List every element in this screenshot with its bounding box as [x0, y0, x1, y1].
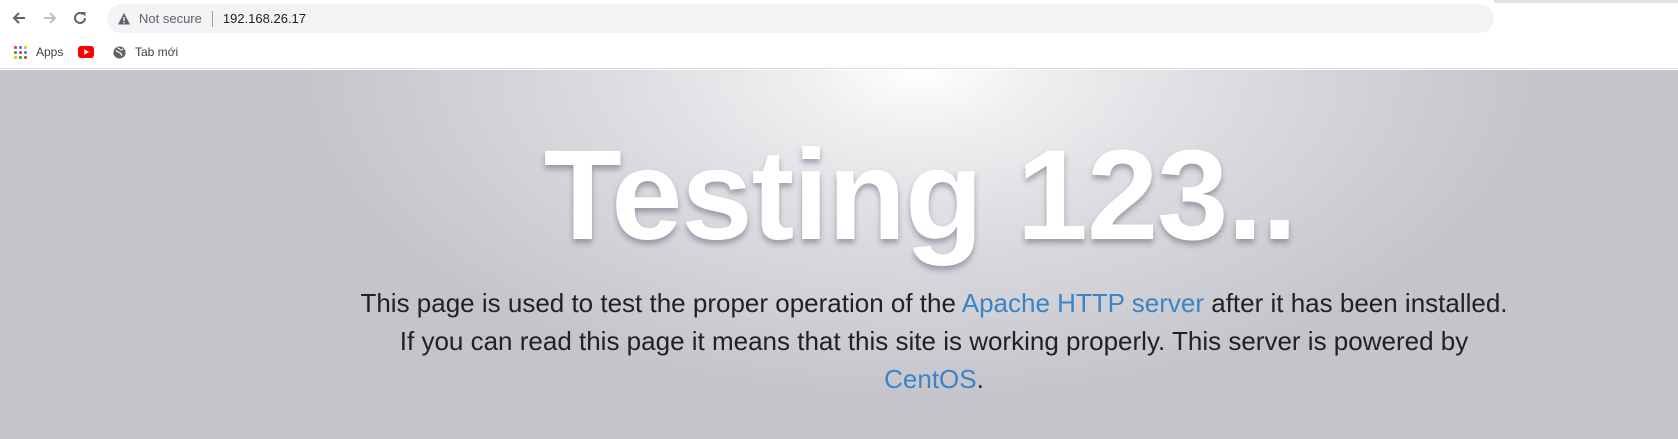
lead-paragraph: This page is used to test the proper ope…	[360, 284, 1508, 398]
bookmark-label: Apps	[36, 45, 64, 59]
tab-strip-edge	[1494, 0, 1678, 3]
bookmark-apps[interactable]: Apps	[12, 42, 63, 62]
security-status-label[interactable]: Not secure	[139, 11, 202, 26]
warning-triangle-icon	[118, 12, 130, 24]
url-text[interactable]: 192.168.26.17	[223, 11, 306, 26]
globe-icon	[111, 44, 127, 60]
page-content: Testing 123.. This page is used to test …	[0, 70, 1678, 439]
omnibox-divider	[211, 10, 213, 27]
lead-text: This page is used to test the proper ope…	[360, 288, 962, 318]
back-button[interactable]	[6, 6, 32, 30]
bookmarks-bar: Apps Tab mới	[0, 36, 1678, 69]
reload-icon	[74, 11, 86, 24]
page-heading: Testing 123..	[543, 124, 1298, 267]
centos-link[interactable]: CentOS	[884, 364, 977, 394]
back-arrow-icon	[12, 12, 25, 24]
bookmark-label: Tab mới	[135, 45, 179, 59]
apps-grid-icon	[12, 44, 28, 60]
bookmark-new-tab[interactable]: Tab mới	[111, 42, 178, 62]
bookmark-youtube[interactable]	[78, 42, 102, 62]
lead-text: .	[976, 364, 984, 394]
address-bar[interactable]: Not secure 192.168.26.17	[107, 4, 1494, 33]
reload-button[interactable]	[67, 6, 93, 30]
youtube-icon	[78, 44, 94, 60]
apache-link[interactable]: Apache HTTP server	[962, 288, 1204, 318]
forward-arrow-icon	[44, 12, 57, 24]
browser-toolbar: Not secure 192.168.26.17	[0, 0, 1678, 36]
forward-button[interactable]	[37, 6, 63, 30]
